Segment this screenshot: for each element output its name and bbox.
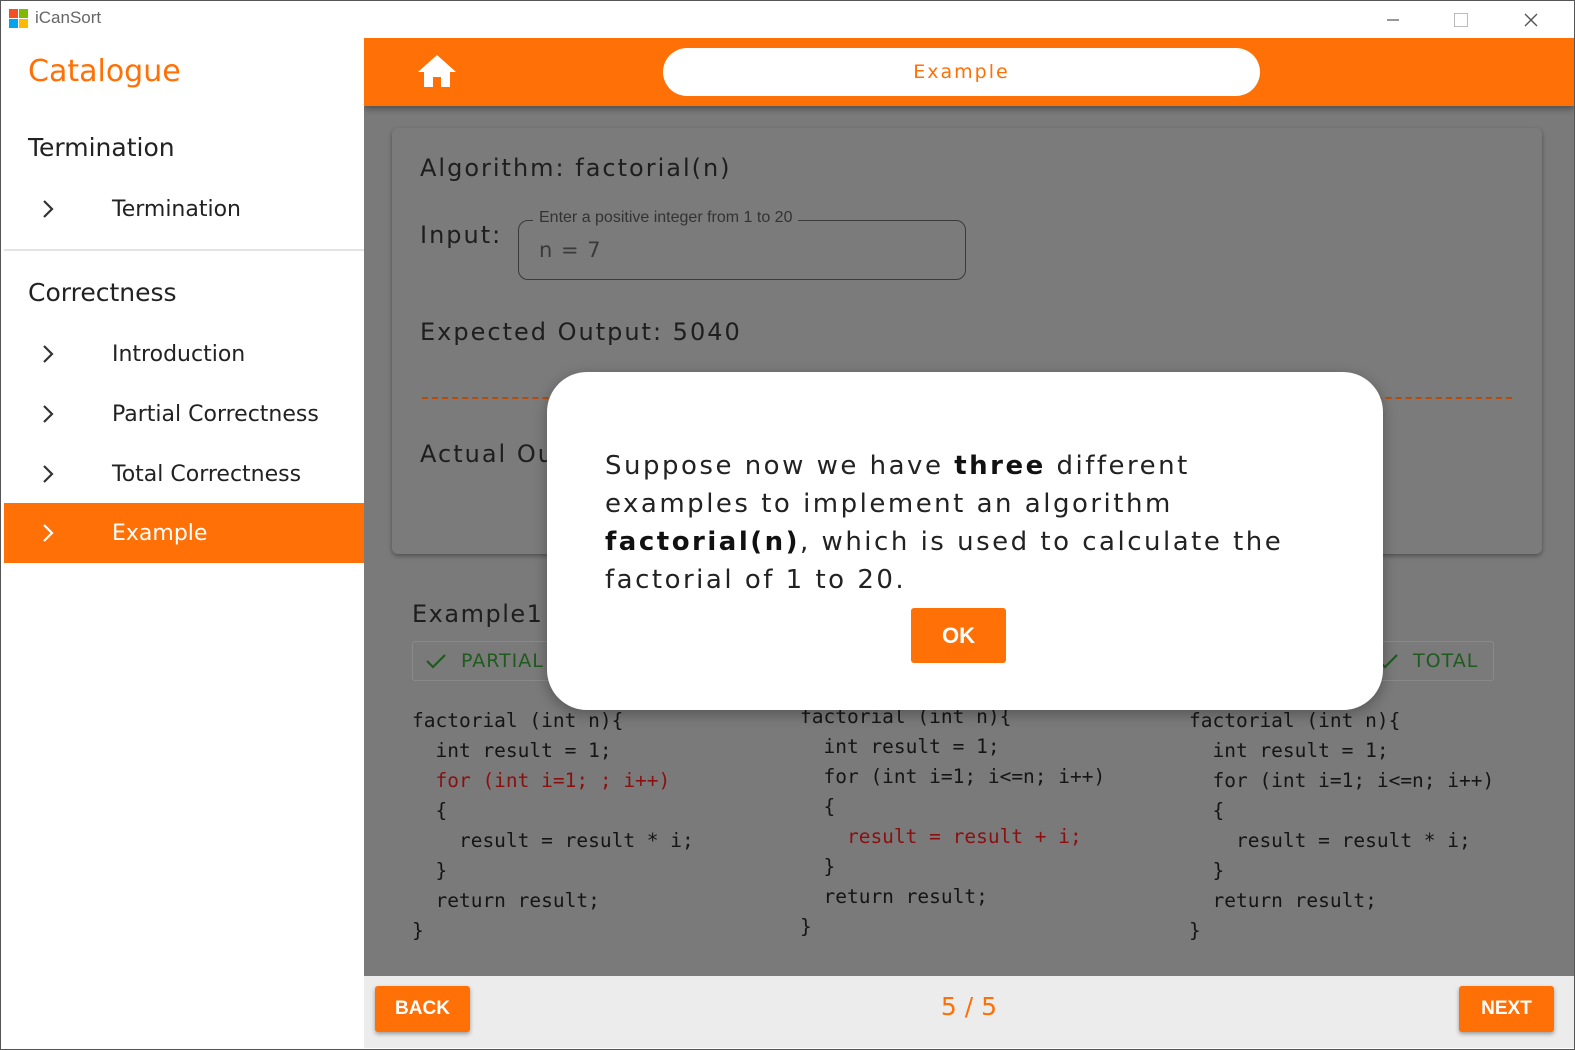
info-dialog: Suppose now we have three different exam… [547,372,1383,710]
app-window: iCanSort Catalogue Termination Terminati… [0,0,1575,1050]
code-line: } [412,859,448,882]
code-line: int result = 1; [1189,739,1389,762]
code-line: { [800,795,836,818]
dialog-text-bold: factorial(n) [605,527,801,557]
sidebar-item-label: Termination [112,196,242,222]
code-line: { [412,799,448,822]
back-button[interactable]: BACK [375,986,470,1032]
sidebar-item-label: Introduction [112,341,246,367]
chevron-right-icon [43,405,54,423]
sidebar-item-label: Example [112,520,208,546]
chevron-right-icon [43,345,54,363]
code-block-1: factorial (int n){ int result = 1; for (… [412,706,694,946]
code-line: for (int i=1; ; i++) [412,769,671,792]
total-chip: TOTAL [1364,641,1494,681]
minimize-button[interactable] [1359,1,1427,38]
code-line: int result = 1; [800,735,1000,758]
dialog-message: Suppose now we have three different exam… [605,447,1345,599]
code-line: for (int i=1; i<=n; i++) [1189,769,1495,792]
section-title-correctness: Correctness [28,278,177,307]
algorithm-label: Algorithm: factorial(n) [420,154,732,182]
code-line: return result; [800,885,988,908]
code-line: return result; [412,889,600,912]
code-line: } [1189,859,1225,882]
code-line: } [800,915,812,938]
sidebar-item-termination[interactable]: Termination [4,179,364,239]
minimize-icon [1387,18,1399,21]
app-logo-icon [9,9,28,28]
chevron-right-icon [43,524,54,542]
code-line: factorial (int n){ [412,709,624,732]
code-line: return result; [1189,889,1377,912]
home-icon[interactable] [416,52,458,90]
code-line: for (int i=1; i<=n; i++) [800,765,1106,788]
sidebar-item-total-correctness[interactable]: Total Correctness [4,444,364,504]
sidebar: Catalogue Termination Termination Correc… [4,38,364,1048]
check-icon [426,654,446,669]
sidebar-item-introduction[interactable]: Introduction [4,324,364,384]
chip-label: PARTIAL [461,650,544,672]
maximize-button[interactable] [1427,1,1495,38]
chevron-right-icon [43,465,54,483]
sidebar-title: Catalogue [28,54,181,89]
n-input-field[interactable]: Enter a positive integer from 1 to 20 n … [518,209,966,280]
code-line: result = result * i; [1189,829,1471,852]
code-line: } [412,919,424,942]
code-line: int result = 1; [412,739,612,762]
actual-output-label: Actual Ou [420,440,555,468]
code-line: } [1189,919,1201,942]
code-line: } [800,855,836,878]
code-line: { [1189,799,1225,822]
bottom-bar: BACK 5 / 5 NEXT [364,976,1574,1048]
dialog-text-bold: three [954,451,1046,481]
page-counter: 5 / 5 [940,992,998,1021]
code-line: result = result + i; [800,825,1082,848]
code-block-3: factorial (int n){ int result = 1; for (… [1189,706,1494,946]
next-button[interactable]: NEXT [1459,986,1554,1032]
close-icon [1524,13,1538,26]
close-button[interactable] [1497,1,1565,38]
code-line: factorial (int n){ [1189,709,1401,732]
page-title: Example [663,48,1260,96]
top-bar: Example [364,38,1574,106]
input-legend: Enter a positive integer from 1 to 20 [533,209,799,227]
ok-button[interactable]: OK [911,608,1006,663]
app-title: iCanSort [35,8,102,27]
sidebar-item-partial-correctness[interactable]: Partial Correctness [4,384,364,444]
code-line: result = result * i; [412,829,694,852]
sidebar-item-label: Total Correctness [112,461,302,487]
maximize-icon [1454,12,1468,27]
expected-output-label: Expected Output: 5040 [420,318,742,346]
section-title-termination: Termination [28,133,175,162]
chip-label: TOTAL [1413,650,1479,672]
input-label: Input: [420,221,503,249]
sidebar-item-example[interactable]: Example [4,503,364,563]
example-title: Example1 [412,600,544,628]
sidebar-divider [4,249,364,251]
dialog-text-segment: Suppose now we have [605,451,955,481]
code-block-2: factorial (int n){ int result = 1; for (… [800,702,1105,942]
input-value[interactable]: n = 7 [539,238,602,262]
title-bar: iCanSort [1,1,1574,38]
chevron-right-icon [43,200,54,218]
sidebar-item-label: Partial Correctness [112,401,319,427]
